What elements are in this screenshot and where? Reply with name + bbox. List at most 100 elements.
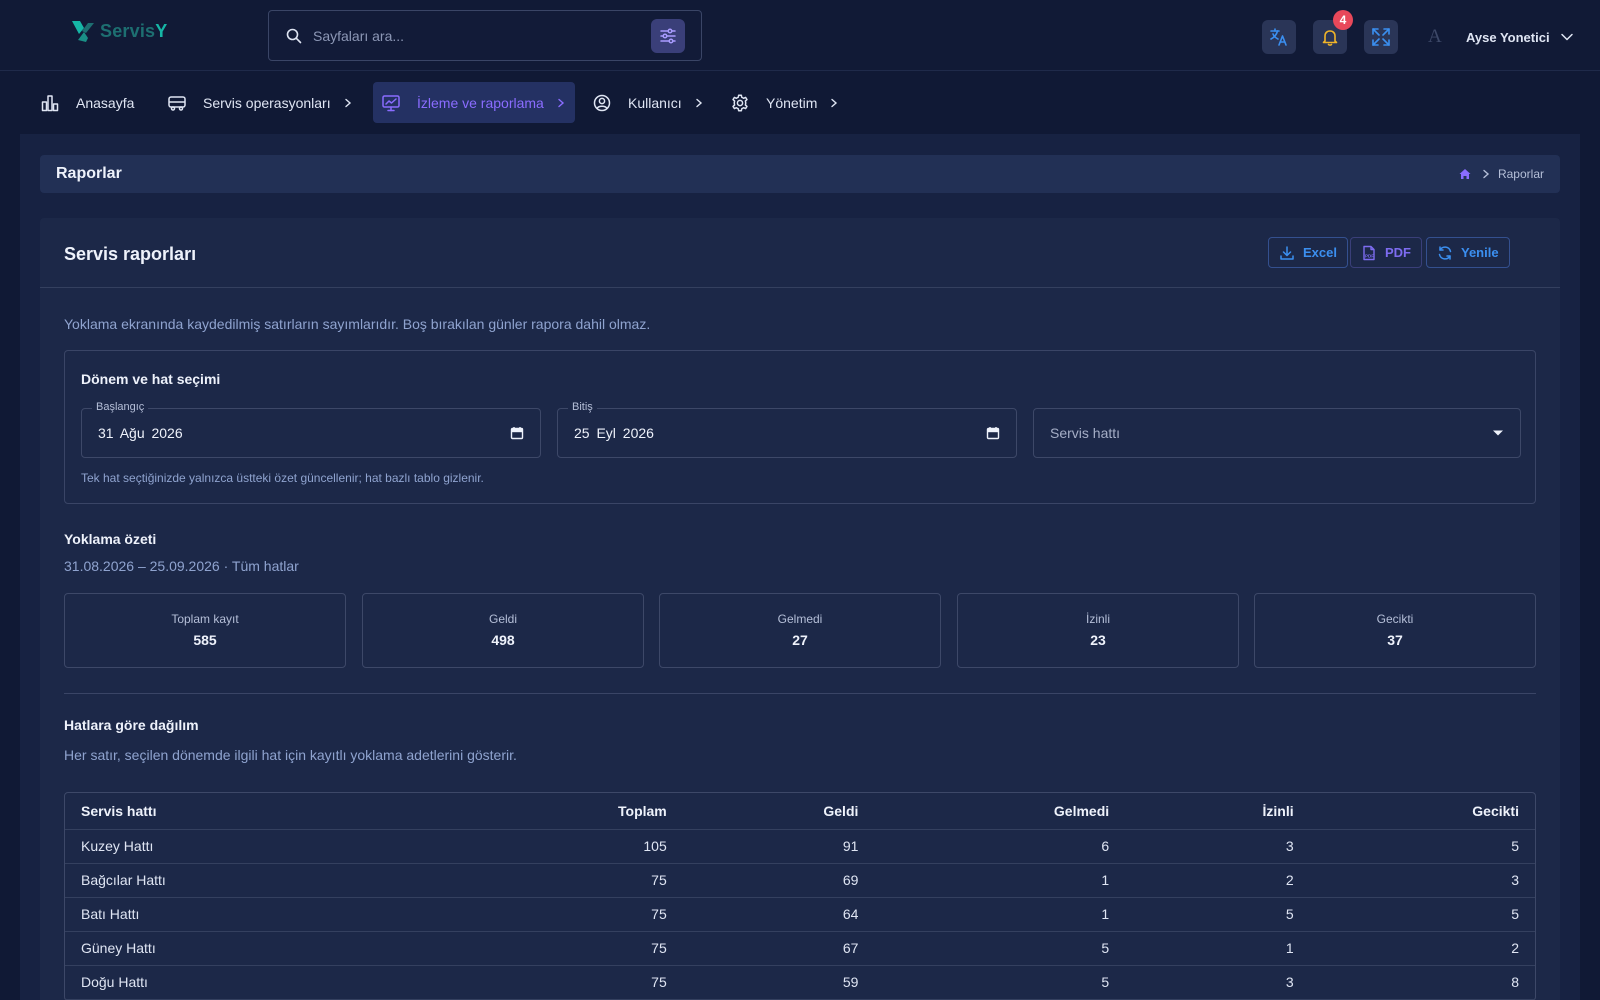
stat-label: Gecikti bbox=[1376, 612, 1414, 626]
expand-icon bbox=[1372, 28, 1390, 46]
nav-item-home[interactable]: Anasayfa bbox=[40, 82, 134, 123]
table-header-row: Servis hattı Toplam Geldi Gelmedi İzinli… bbox=[65, 793, 1535, 830]
cell-line: Kuzey Hattı bbox=[65, 829, 494, 864]
page-title-bar: Raporlar Raporlar bbox=[40, 155, 1560, 193]
stat-label: Toplam kayıt bbox=[171, 612, 239, 626]
cell-absent: 5 bbox=[874, 931, 1126, 966]
stat-absent: Gelmedi 27 bbox=[659, 593, 941, 668]
reports-card: Servis raporları Excel PDF PDF Yenile Yo… bbox=[40, 218, 1560, 1000]
period-line-filter: Dönem ve hat seçimi Başlangıç 31 Ağu 202… bbox=[64, 350, 1536, 504]
nav-label-monitoring-reporting: İzleme ve raporlama bbox=[417, 94, 544, 111]
fullscreen-button[interactable] bbox=[1364, 20, 1398, 54]
cell-line: Bağcılar Hattı bbox=[65, 863, 494, 898]
refresh-button[interactable]: Yenile bbox=[1426, 237, 1510, 268]
stat-label: İzinli bbox=[1085, 612, 1110, 626]
filter-hint: Tek hat seçtiğinizde yalnızca üstteki öz… bbox=[81, 471, 484, 485]
nav-item-service-operations[interactable]: Servis operasyonları bbox=[167, 82, 353, 123]
download-icon bbox=[1279, 245, 1295, 261]
top-header: ServisY 4 bbox=[0, 0, 1600, 71]
column-header[interactable]: Gecikti bbox=[1309, 793, 1535, 830]
distribution-title: Hatlara göre dağılım bbox=[64, 717, 199, 733]
cell-excused: 2 bbox=[1125, 863, 1310, 898]
nav-item-management[interactable]: Yönetim bbox=[730, 82, 839, 123]
distribution-subtitle: Her satır, seçilen dönemde ilgili hat iç… bbox=[64, 747, 517, 763]
start-date-field[interactable]: Başlangıç 31 Ağu 2026 bbox=[81, 401, 541, 458]
cell-total: 75 bbox=[493, 931, 683, 966]
monitor-chart-icon bbox=[381, 93, 401, 113]
search-input[interactable] bbox=[313, 27, 651, 44]
nav-item-monitoring-reporting[interactable]: İzleme ve raporlama bbox=[373, 82, 575, 123]
cell-attended: 64 bbox=[682, 897, 875, 932]
home-icon[interactable] bbox=[1458, 167, 1472, 181]
stat-label: Geldi bbox=[488, 612, 517, 626]
caret-down-icon bbox=[1493, 430, 1503, 436]
user-name: Ayse Yonetici bbox=[1466, 29, 1550, 45]
stat-value: 585 bbox=[193, 632, 217, 648]
cell-total: 75 bbox=[493, 863, 683, 898]
cell-total: 105 bbox=[493, 829, 683, 864]
notification-count-badge: 4 bbox=[1333, 10, 1353, 30]
user-menu[interactable]: A Ayse Yonetici bbox=[1428, 22, 1574, 52]
nav-label-user: Kullanıcı bbox=[628, 94, 682, 111]
column-header[interactable]: Toplam bbox=[493, 793, 683, 830]
bar-chart-icon bbox=[40, 93, 60, 113]
start-date-label: Başlangıç bbox=[92, 401, 149, 413]
start-date-value: 31 Ağu 2026 bbox=[98, 425, 183, 441]
cell-line: Doğu Hattı bbox=[65, 965, 494, 1000]
stat-excused: İzinli 23 bbox=[957, 593, 1239, 668]
cell-attended: 67 bbox=[682, 931, 875, 966]
end-date-field[interactable]: Bitiş 25 Eyl 2026 bbox=[557, 401, 1017, 458]
card-title: Servis raporları bbox=[64, 244, 197, 264]
cell-absent: 1 bbox=[874, 897, 1126, 932]
cell-total: 75 bbox=[493, 965, 683, 1000]
column-header[interactable]: İzinli bbox=[1125, 793, 1310, 830]
table-row: Batı Hattı 75 64 1 5 5 bbox=[65, 897, 1535, 932]
column-header[interactable]: Gelmedi bbox=[874, 793, 1126, 830]
cell-absent: 1 bbox=[874, 863, 1126, 898]
notifications-button[interactable]: 4 bbox=[1313, 10, 1353, 54]
gear-icon bbox=[730, 93, 750, 113]
stat-attended: Geldi 498 bbox=[362, 593, 644, 668]
user-circle-icon bbox=[592, 93, 612, 113]
filter-title: Dönem ve hat seçimi bbox=[81, 371, 221, 387]
cell-line: Güney Hattı bbox=[65, 931, 494, 966]
chevron-right-icon bbox=[343, 98, 353, 108]
breadcrumb: Raporlar bbox=[1458, 167, 1544, 181]
table-row: Kuzey Hattı 105 91 6 3 5 bbox=[65, 829, 1535, 864]
stat-value: 27 bbox=[792, 632, 808, 648]
end-date-value: 25 Eyl 2026 bbox=[574, 425, 654, 441]
pdf-export-button[interactable]: PDF PDF bbox=[1350, 237, 1422, 268]
end-date-label: Bitiş bbox=[568, 401, 597, 413]
calendar-icon[interactable] bbox=[510, 426, 524, 440]
app-logo[interactable]: ServisY bbox=[70, 16, 180, 46]
bus-icon bbox=[167, 93, 187, 113]
service-line-placeholder: Servis hattı bbox=[1050, 425, 1121, 441]
service-line-select[interactable]: Servis hattı bbox=[1033, 408, 1521, 458]
cell-line: Batı Hattı bbox=[65, 897, 494, 932]
translate-button[interactable] bbox=[1262, 20, 1296, 54]
cell-absent: 5 bbox=[874, 965, 1126, 1000]
table-row: Doğu Hattı 75 59 5 3 8 bbox=[65, 965, 1535, 1000]
cell-attended: 91 bbox=[682, 829, 875, 864]
cell-excused: 1 bbox=[1125, 931, 1310, 966]
refresh-button-label: Yenile bbox=[1461, 245, 1499, 260]
cell-excused: 5 bbox=[1125, 897, 1310, 932]
stat-value: 23 bbox=[1090, 632, 1106, 648]
search-filter-button[interactable] bbox=[651, 18, 685, 53]
cell-late: 2 bbox=[1309, 931, 1535, 966]
excel-export-button[interactable]: Excel bbox=[1268, 237, 1348, 268]
chevron-right-icon bbox=[1483, 169, 1490, 179]
cell-excused: 3 bbox=[1125, 965, 1310, 1000]
table-row: Güney Hattı 75 67 5 1 2 bbox=[65, 931, 1535, 966]
nav-label-management: Yönetim bbox=[766, 94, 818, 111]
column-header[interactable]: Servis hattı bbox=[65, 793, 494, 830]
cell-attended: 69 bbox=[682, 863, 875, 898]
nav-label-home: Anasayfa bbox=[76, 94, 135, 111]
nav-item-user[interactable]: Kullanıcı bbox=[592, 82, 704, 123]
cell-absent: 6 bbox=[874, 829, 1126, 864]
translate-icon bbox=[1270, 28, 1287, 46]
bell-icon bbox=[1322, 30, 1338, 46]
calendar-icon[interactable] bbox=[986, 426, 1000, 440]
column-header[interactable]: Geldi bbox=[682, 793, 875, 830]
avatar: A bbox=[1428, 26, 1442, 47]
